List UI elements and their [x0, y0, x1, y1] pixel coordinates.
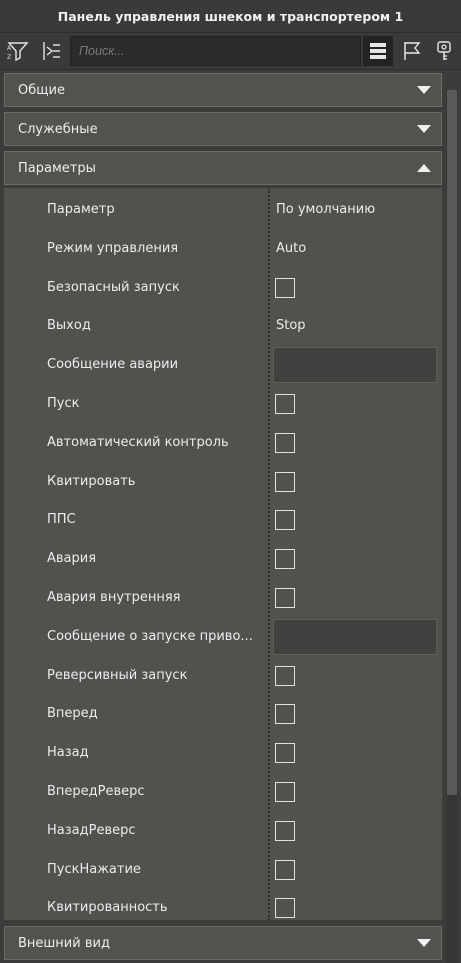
- property-name: Квитировать: [47, 473, 136, 489]
- list-view-button[interactable]: [363, 36, 393, 66]
- property-row[interactable]: Вперед: [4, 694, 442, 733]
- property-name: Авария внутренняя: [47, 590, 181, 605]
- key-button[interactable]: [429, 36, 459, 66]
- property-name: Автоматический контроль: [47, 434, 229, 450]
- property-checkbox[interactable]: [275, 859, 295, 880]
- section-general-label: Общие: [18, 82, 65, 98]
- property-name: Выход: [47, 318, 91, 334]
- sort-filter-button[interactable]: A Z: [3, 36, 33, 66]
- property-name: Режим управления: [47, 240, 179, 256]
- property-row[interactable]: Сообщение о запуске приво...: [4, 617, 442, 656]
- property-row[interactable]: ППС: [4, 500, 442, 539]
- property-checkbox[interactable]: [275, 820, 295, 841]
- property-name: НазадРеверс: [47, 822, 136, 838]
- property-checkbox[interactable]: [275, 277, 295, 298]
- search-input[interactable]: [70, 36, 361, 66]
- property-name: Пуск: [47, 396, 80, 411]
- vertical-scrollbar[interactable]: [446, 90, 458, 963]
- property-row[interactable]: Сообщение аварии: [4, 345, 442, 384]
- property-checkbox[interactable]: [275, 471, 295, 492]
- property-checkbox[interactable]: [275, 432, 295, 453]
- chevron-up-icon: [417, 164, 431, 172]
- flag-icon: [404, 42, 421, 60]
- property-row[interactable]: Автоматический контроль: [4, 423, 442, 462]
- section-service[interactable]: Служебные: [4, 112, 442, 146]
- property-row[interactable]: Безопасный запуск: [4, 268, 442, 307]
- property-checkbox[interactable]: [275, 743, 295, 764]
- property-value[interactable]: Auto: [276, 229, 306, 268]
- property-checkbox[interactable]: [275, 549, 295, 570]
- section-service-label: Служебные: [18, 121, 98, 137]
- property-row[interactable]: Реверсивный запуск: [4, 656, 442, 695]
- property-name: Безопасный запуск: [47, 279, 180, 295]
- property-checkbox[interactable]: [275, 665, 295, 686]
- property-row[interactable]: Авария: [4, 539, 442, 578]
- property-checkbox[interactable]: [275, 704, 295, 725]
- section-appearance-label: Внешний вид: [18, 935, 110, 951]
- property-row[interactable]: Параметр По умолчанию: [4, 190, 442, 229]
- property-name: Сообщение о запуске приво...: [47, 628, 253, 644]
- property-panel: Общие Служебные Параметры Параметр По умо…: [0, 71, 461, 963]
- property-row[interactable]: НазадРеверс: [4, 811, 442, 850]
- chevron-down-icon: [417, 86, 431, 94]
- property-checkbox[interactable]: [275, 898, 295, 919]
- property-name: Реверсивный запуск: [47, 667, 188, 683]
- property-name: Квитированность: [47, 900, 168, 916]
- property-row[interactable]: Квитировать: [4, 462, 442, 501]
- section-general[interactable]: Общие: [4, 73, 442, 107]
- property-row[interactable]: ВпередРеверс: [4, 772, 442, 811]
- section-parameters[interactable]: Параметры: [4, 151, 442, 185]
- property-row[interactable]: ПускНажатие: [4, 850, 442, 889]
- property-name: Назад: [47, 745, 89, 761]
- svg-text:Z: Z: [7, 54, 11, 61]
- property-row[interactable]: Режим управления Auto: [4, 229, 442, 268]
- property-value[interactable]: По умолчанию: [276, 190, 375, 229]
- property-text-field[interactable]: [273, 347, 437, 384]
- property-checkbox[interactable]: [275, 588, 295, 608]
- property-text-field[interactable]: [273, 618, 437, 655]
- property-name: ВпередРеверс: [47, 784, 145, 799]
- property-row[interactable]: Выход Stop: [4, 306, 442, 345]
- property-name: ППС: [47, 512, 76, 528]
- section-appearance[interactable]: Внешний вид: [4, 926, 442, 960]
- expand-collapse-button[interactable]: [35, 36, 65, 66]
- property-value[interactable]: Stop: [276, 306, 306, 345]
- property-row[interactable]: Пуск: [4, 384, 442, 423]
- property-grid: Параметр По умолчанию Режим управления Auto…: [4, 188, 442, 920]
- key-icon: [437, 41, 451, 60]
- sort-filter-icon: A Z: [7, 42, 29, 62]
- scrollbar-thumb[interactable]: [447, 90, 457, 795]
- property-checkbox[interactable]: [275, 782, 295, 802]
- list-view-icon: [370, 43, 386, 59]
- property-checkbox[interactable]: [275, 510, 295, 531]
- chevron-down-icon: [417, 125, 431, 133]
- property-name: ПускНажатие: [47, 861, 141, 877]
- property-name: Вперед: [47, 706, 98, 722]
- property-checkbox[interactable]: [275, 394, 295, 414]
- toolbar: A Z: [0, 32, 461, 70]
- property-name: Сообщение аварии: [47, 357, 179, 373]
- section-parameters-label: Параметры: [18, 160, 96, 176]
- flag-button[interactable]: [397, 36, 427, 66]
- window-title: Панель управления шнеком и транспортером…: [0, 0, 461, 32]
- property-name: Авария: [47, 551, 97, 567]
- property-row[interactable]: Авария внутренняя: [4, 578, 442, 617]
- property-row[interactable]: Назад: [4, 733, 442, 772]
- property-row[interactable]: Квитированность: [4, 888, 442, 927]
- chevron-down-icon: [417, 939, 431, 947]
- property-name: Параметр: [47, 202, 115, 217]
- expand-collapse-icon: [43, 42, 60, 60]
